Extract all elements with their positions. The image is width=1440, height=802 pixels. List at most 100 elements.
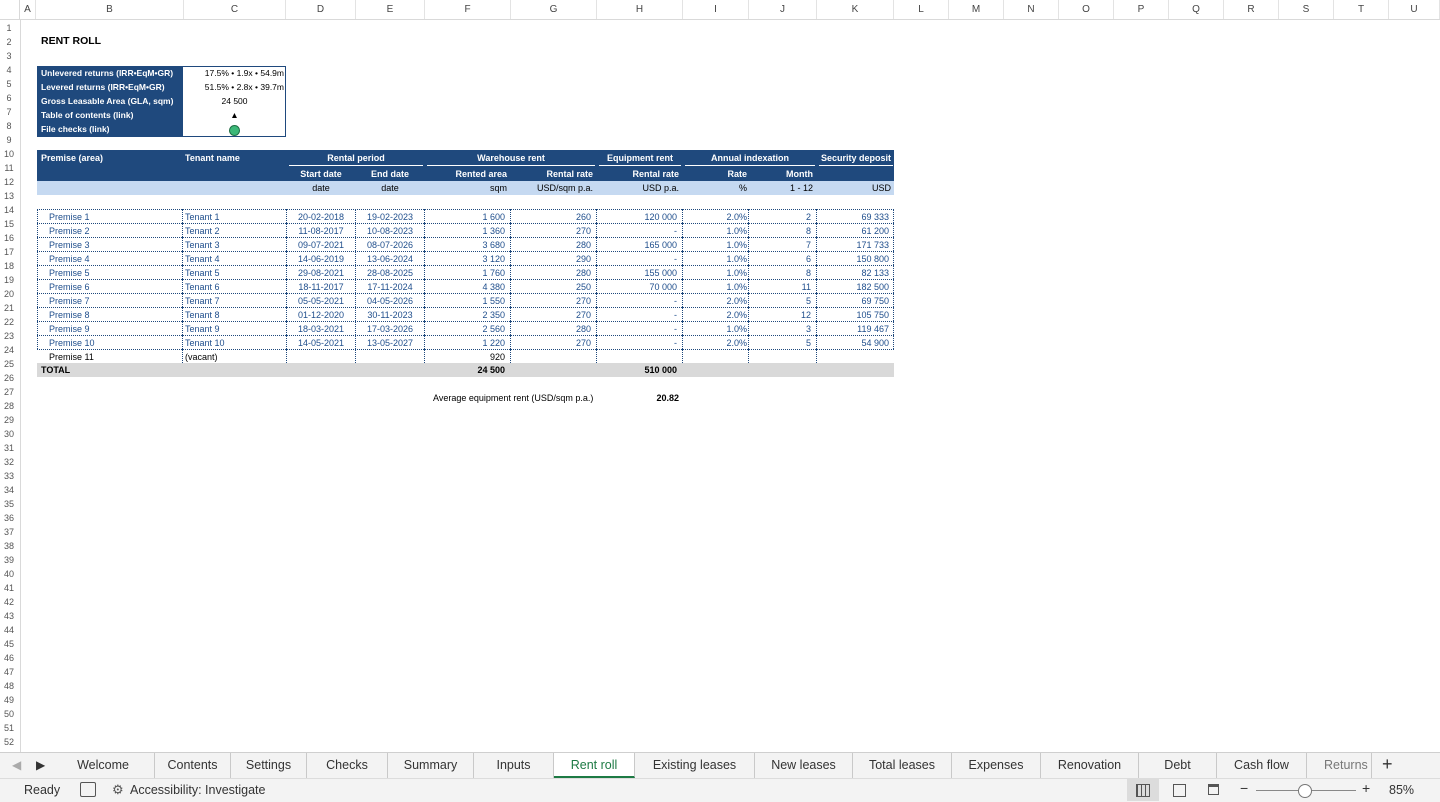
row-header[interactable]: 34 xyxy=(0,483,18,497)
cell-start[interactable]: 05-05-2021 xyxy=(287,294,355,308)
cell-premise[interactable]: Premise 11 xyxy=(49,350,179,364)
cell-idx[interactable]: 1.0% xyxy=(683,322,747,336)
cell-end[interactable]: 13-05-2027 xyxy=(356,336,424,350)
cell-tenant[interactable]: Tenant 1 xyxy=(185,210,285,224)
cell-premise[interactable]: Premise 9 xyxy=(49,322,179,336)
macro-record-icon[interactable] xyxy=(80,782,96,797)
row-header[interactable]: 21 xyxy=(0,301,18,315)
cell-end[interactable]: 28-08-2025 xyxy=(356,266,424,280)
cell-area[interactable]: 3 120 xyxy=(425,252,505,266)
cell-idx[interactable]: 1.0% xyxy=(683,252,747,266)
cell-idx[interactable]: 1.0% xyxy=(683,224,747,238)
row-header[interactable]: 5 xyxy=(0,77,18,91)
cell-idx[interactable]: 1.0% xyxy=(683,266,747,280)
cell-deposit[interactable]: 69 333 xyxy=(817,210,889,224)
row-header[interactable]: 36 xyxy=(0,511,18,525)
cell-rate[interactable]: 280 xyxy=(511,238,591,252)
cell-deposit[interactable]: 61 200 xyxy=(817,224,889,238)
cell-equip[interactable]: - xyxy=(597,252,677,266)
worksheet-grid[interactable]: RENT ROLL Unlevered returns (IRR•EqM•GR)… xyxy=(21,20,1440,752)
cell-end[interactable]: 10-08-2023 xyxy=(356,224,424,238)
row-header[interactable]: 38 xyxy=(0,539,18,553)
cell-tenant[interactable]: Tenant 9 xyxy=(185,322,285,336)
row-header[interactable]: 32 xyxy=(0,455,18,469)
cell-tenant[interactable]: Tenant 2 xyxy=(185,224,285,238)
sheet-tab-summary[interactable]: Summary xyxy=(388,753,474,778)
cell-equip[interactable]: 165 000 xyxy=(597,238,677,252)
cell-start[interactable]: 11-08-2017 xyxy=(287,224,355,238)
row-header[interactable]: 49 xyxy=(0,693,18,707)
normal-view-button[interactable] xyxy=(1127,779,1159,801)
row-header[interactable]: 29 xyxy=(0,413,18,427)
cell-start[interactable]: 14-06-2019 xyxy=(287,252,355,266)
summary-label[interactable]: File checks (link) xyxy=(41,122,110,136)
cell-start[interactable]: 20-02-2018 xyxy=(287,210,355,224)
cell-start[interactable]: 29-08-2021 xyxy=(287,266,355,280)
sheet-tab-expenses[interactable]: Expenses xyxy=(952,753,1041,778)
cell-deposit[interactable]: 182 500 xyxy=(817,280,889,294)
cell-tenant[interactable]: Tenant 3 xyxy=(185,238,285,252)
cell-equip[interactable]: 155 000 xyxy=(597,266,677,280)
row-header[interactable]: 16 xyxy=(0,231,18,245)
row-header[interactable]: 46 xyxy=(0,651,18,665)
cell-end[interactable]: 17-03-2026 xyxy=(356,322,424,336)
sheet-tab-new-leases[interactable]: New leases xyxy=(755,753,853,778)
cell-end[interactable]: 04-05-2026 xyxy=(356,294,424,308)
column-header[interactable]: E xyxy=(356,0,425,19)
column-header[interactable]: D xyxy=(286,0,356,19)
row-header[interactable]: 44 xyxy=(0,623,18,637)
row-header[interactable]: 4 xyxy=(0,63,18,77)
cell-premise[interactable]: Premise 2 xyxy=(49,224,179,238)
cell-rate[interactable]: 250 xyxy=(511,280,591,294)
row-header[interactable]: 20 xyxy=(0,287,18,301)
cell-premise[interactable]: Premise 8 xyxy=(49,308,179,322)
cell-idx[interactable]: 2.0% xyxy=(683,294,747,308)
cell-deposit[interactable]: 171 733 xyxy=(817,238,889,252)
sheet-tab-returns[interactable]: Returns xyxy=(1307,753,1372,778)
row-header[interactable]: 28 xyxy=(0,399,18,413)
cell-tenant[interactable]: Tenant 7 xyxy=(185,294,285,308)
row-header[interactable]: 13 xyxy=(0,189,18,203)
cell-end[interactable]: 13-06-2024 xyxy=(356,252,424,266)
row-header[interactable]: 10 xyxy=(0,147,18,161)
row-header[interactable]: 31 xyxy=(0,441,18,455)
cell-tenant[interactable]: Tenant 8 xyxy=(185,308,285,322)
cell-rate[interactable]: 270 xyxy=(511,294,591,308)
cell-deposit[interactable]: 119 467 xyxy=(817,322,889,336)
cell-rate[interactable]: 290 xyxy=(511,252,591,266)
cell-area[interactable]: 2 560 xyxy=(425,322,505,336)
sheet-tab-contents[interactable]: Contents xyxy=(155,753,231,778)
cell-equip[interactable]: 70 000 xyxy=(597,280,677,294)
row-header[interactable]: 19 xyxy=(0,273,18,287)
column-header[interactable]: Q xyxy=(1169,0,1224,19)
page-layout-icon[interactable] xyxy=(1173,784,1186,797)
page-break-icon[interactable] xyxy=(1208,784,1219,795)
cell-month[interactable]: 12 xyxy=(749,308,811,322)
row-header[interactable]: 9 xyxy=(0,133,18,147)
cell-idx[interactable]: 2.0% xyxy=(683,308,747,322)
row-header[interactable]: 50 xyxy=(0,707,18,721)
column-header[interactable]: T xyxy=(1334,0,1389,19)
sheet-tab-inputs[interactable]: Inputs xyxy=(474,753,554,778)
cell-rate[interactable]: 270 xyxy=(511,224,591,238)
cell-area[interactable]: 1 220 xyxy=(425,336,505,350)
cell-end[interactable]: 08-07-2026 xyxy=(356,238,424,252)
cell-month[interactable]: 6 xyxy=(749,252,811,266)
cell-equip[interactable]: - xyxy=(597,224,677,238)
column-header[interactable]: C xyxy=(184,0,286,19)
sheet-tab-debt[interactable]: Debt xyxy=(1139,753,1217,778)
cell-area[interactable]: 3 680 xyxy=(425,238,505,252)
cell-month[interactable]: 8 xyxy=(749,224,811,238)
cell-premise[interactable]: Premise 3 xyxy=(49,238,179,252)
cell-rate[interactable]: 280 xyxy=(511,266,591,280)
row-header[interactable]: 33 xyxy=(0,469,18,483)
row-header[interactable]: 42 xyxy=(0,595,18,609)
column-header[interactable]: B xyxy=(36,0,184,19)
row-header[interactable]: 30 xyxy=(0,427,18,441)
cell-end[interactable]: 17-11-2024 xyxy=(356,280,424,294)
add-sheet-icon[interactable]: + xyxy=(1382,754,1393,775)
row-header[interactable]: 18 xyxy=(0,259,18,273)
row-header[interactable]: 43 xyxy=(0,609,18,623)
cell-equip[interactable]: - xyxy=(597,294,677,308)
cell-idx[interactable]: 2.0% xyxy=(683,336,747,350)
